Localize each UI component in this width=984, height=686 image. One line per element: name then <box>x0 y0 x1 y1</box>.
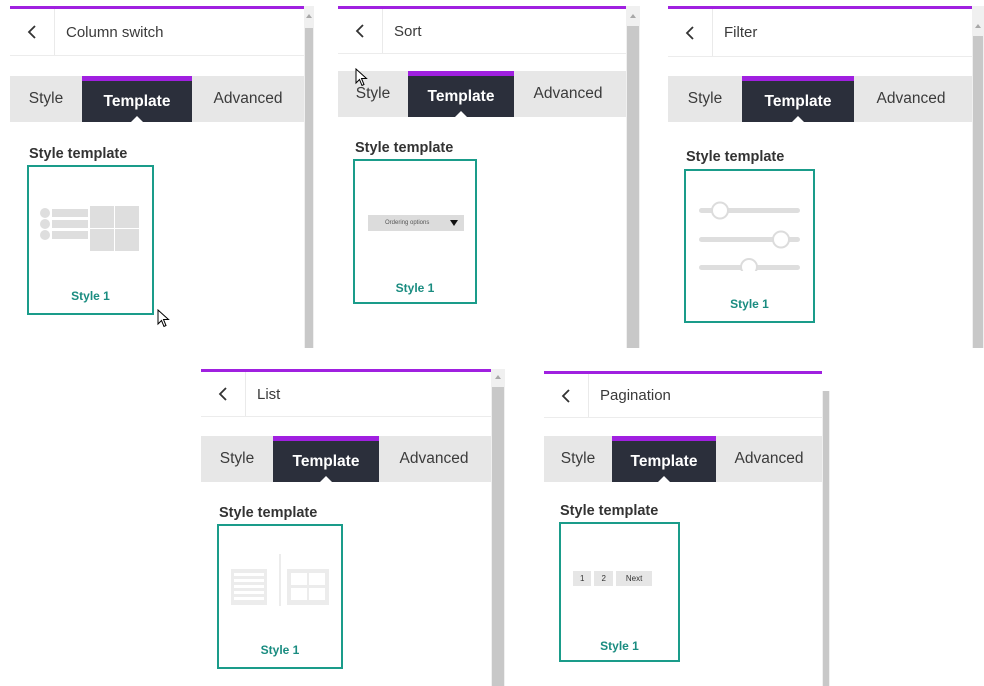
tab-advanced[interactable]: Advanced <box>200 76 296 122</box>
style-template-card[interactable]: Style 1 <box>27 165 154 315</box>
section-title: Style template <box>686 149 785 165</box>
card-label: Style 1 <box>730 297 769 311</box>
scrollbar-thumb[interactable] <box>305 28 313 348</box>
style-template-card[interactable]: Style 1 <box>217 524 343 669</box>
back-button[interactable] <box>201 372 246 416</box>
pagination-preview: 1 2 Next <box>573 571 653 586</box>
section-title: Style template <box>560 503 659 519</box>
tab-style[interactable]: Style <box>544 436 612 482</box>
tab-style[interactable]: Style <box>338 71 408 117</box>
scrollbar[interactable] <box>626 6 640 348</box>
tab-template[interactable]: Template <box>82 76 192 123</box>
tab-style[interactable]: Style <box>201 436 273 482</box>
scroll-up-arrow[interactable] <box>306 14 312 18</box>
section-title: Style template <box>219 505 318 521</box>
dropdown-text: Ordering options <box>385 220 430 226</box>
panel-title: List <box>257 385 281 403</box>
panel-header: List <box>201 372 491 417</box>
panel-title: Filter <box>724 24 758 41</box>
tab-bar: Style Template Advanced <box>10 76 304 123</box>
panel-title: Pagination <box>600 387 671 404</box>
style-template-card[interactable]: Style 1 <box>684 169 815 323</box>
back-button[interactable] <box>668 9 713 56</box>
chevron-left-icon <box>27 25 36 39</box>
card-label: Style 1 <box>260 643 300 657</box>
chevron-left-icon <box>561 388 570 403</box>
list-grid-preview <box>231 554 329 606</box>
tab-bar: Style Template Advanced <box>338 71 626 118</box>
tab-template[interactable]: Template <box>408 71 514 118</box>
tab-advanced[interactable]: Advanced <box>387 436 481 482</box>
panel-header: Sort <box>338 9 626 54</box>
column-switch-panel: Column switch Style Template Advanced St… <box>10 6 314 348</box>
panel-title: Column switch <box>66 23 164 41</box>
scroll-up-arrow[interactable] <box>495 375 501 379</box>
tab-advanced[interactable]: Advanced <box>724 436 814 482</box>
tab-style[interactable]: Style <box>668 76 742 122</box>
scroll-up-arrow[interactable] <box>975 24 981 28</box>
scrollbar[interactable] <box>304 6 314 348</box>
style-template-card[interactable]: Ordering options Style 1 <box>353 159 477 304</box>
panel-header: Column switch <box>10 9 314 56</box>
tab-template[interactable]: Template <box>612 436 716 483</box>
back-button[interactable] <box>544 374 589 417</box>
page-1-chip: 1 <box>573 571 592 586</box>
next-chip: Next <box>615 571 653 586</box>
dropdown-arrow-icon <box>450 220 458 226</box>
chevron-left-icon <box>355 24 364 38</box>
tab-bar: Style Template Advanced <box>201 436 491 483</box>
tab-template[interactable]: Template <box>273 436 379 483</box>
scrollbar[interactable] <box>491 369 505 686</box>
pagination-panel: Pagination Style Template Advanced Style… <box>544 371 822 686</box>
scrollbar-thumb[interactable] <box>823 391 829 686</box>
card-label: Style 1 <box>395 281 435 295</box>
cursor-icon <box>355 68 368 87</box>
tab-style[interactable]: Style <box>10 76 82 122</box>
tab-template[interactable]: Template <box>742 76 854 123</box>
section-title: Style template <box>355 140 454 156</box>
cursor-icon <box>157 309 170 328</box>
filter-sliders-preview <box>699 201 800 271</box>
back-button[interactable] <box>10 9 55 55</box>
tab-advanced[interactable]: Advanced <box>864 76 958 122</box>
panel-title: Sort <box>394 22 422 40</box>
column-switch-preview <box>40 206 139 251</box>
ordering-options-dropdown: Ordering options <box>368 215 464 231</box>
tab-bar: Style Template Advanced <box>668 76 972 123</box>
panel-header: Filter <box>668 9 972 57</box>
tab-advanced[interactable]: Advanced <box>523 71 613 117</box>
scrollbar-thumb[interactable] <box>627 26 639 348</box>
sort-panel: Sort Style Template Advanced Style templ… <box>338 6 626 348</box>
scrollbar[interactable] <box>972 6 984 348</box>
chevron-left-icon <box>685 25 694 40</box>
tab-bar: Style Template Advanced <box>544 436 822 483</box>
card-label: Style 1 <box>600 639 639 653</box>
list-panel: List Style Template Advanced Style templ… <box>201 369 491 686</box>
page-2-chip: 2 <box>594 571 613 586</box>
section-title: Style template <box>29 146 128 162</box>
chevron-left-icon <box>218 387 227 401</box>
card-label: Style 1 <box>71 289 110 303</box>
scrollbar-thumb[interactable] <box>973 36 983 348</box>
scrollbar[interactable] <box>822 391 830 686</box>
panel-header: Pagination <box>544 374 822 418</box>
scroll-up-arrow[interactable] <box>630 14 636 18</box>
scrollbar-thumb[interactable] <box>492 387 504 686</box>
filter-panel: Filter Style Template Advanced Style tem… <box>668 6 972 348</box>
style-template-card[interactable]: 1 2 Next Style 1 <box>559 522 680 662</box>
back-button[interactable] <box>338 9 383 53</box>
